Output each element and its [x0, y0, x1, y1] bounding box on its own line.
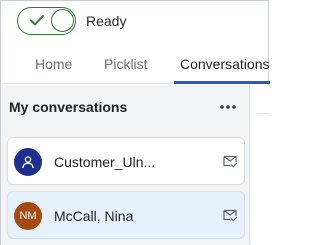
check-icon [30, 15, 44, 26]
tab-bar: Home Picklist Conversations [1, 41, 270, 84]
tab-home[interactable]: Home [35, 56, 72, 72]
more-horizontal-icon[interactable] [219, 103, 237, 111]
status-label: Ready [86, 13, 127, 29]
person-icon [22, 156, 34, 169]
conversation-name: McCall, Nina [54, 208, 134, 224]
conversation-item[interactable]: NM McCall, Nina [7, 191, 245, 239]
avatar [14, 148, 42, 176]
conversation-name: Customer_Uln... [54, 154, 156, 170]
active-tab-indicator [174, 81, 270, 84]
top-bar: Ready [1, 1, 268, 41]
content-area [251, 85, 270, 245]
tab-conversations[interactable]: Conversations [180, 56, 270, 72]
avatar: NM [14, 202, 42, 230]
panel-header: My conversations [1, 85, 249, 129]
mail-check-icon[interactable] [222, 153, 238, 169]
mail-check-icon[interactable] [222, 207, 238, 223]
panel-title: My conversations [9, 99, 128, 115]
conversation-item[interactable]: Customer_Uln... [7, 137, 245, 185]
status-toggle[interactable] [17, 7, 76, 35]
tab-picklist[interactable]: Picklist [104, 56, 148, 72]
conversations-panel: My conversations Customer_Uln... NM McCa… [1, 85, 250, 245]
toggle-knob [51, 9, 74, 32]
divider [256, 113, 270, 114]
